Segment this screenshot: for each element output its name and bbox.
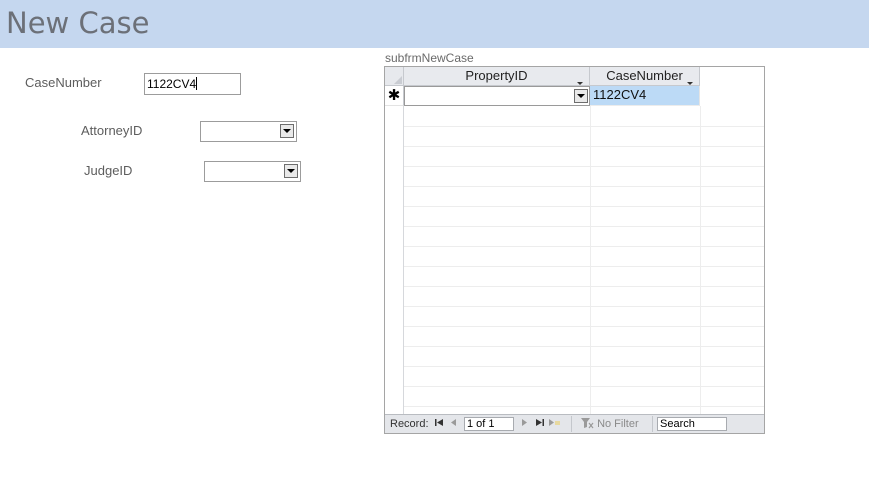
chevron-down-icon <box>287 169 295 173</box>
datasheet-grid: PropertyID CaseNumber ✱ 1122CV4 <box>385 67 764 415</box>
case-number-input[interactable]: 1122CV4 <box>144 73 241 95</box>
previous-record-icon <box>451 419 456 426</box>
column-header-label: CaseNumber <box>606 68 683 83</box>
grid-line <box>700 106 701 415</box>
corner-triangle-icon <box>394 76 402 84</box>
nav-separator <box>652 416 653 432</box>
propertyid-cell[interactable] <box>404 86 590 106</box>
text-caret <box>196 77 198 90</box>
subform-datasheet[interactable]: PropertyID CaseNumber ✱ 1122CV4 Record: … <box>384 66 765 434</box>
new-record-icon: ✱ <box>387 87 401 104</box>
subform-label: subfrmNewCase <box>385 51 474 65</box>
grid-line <box>404 306 764 307</box>
grid-line <box>404 326 764 327</box>
record-selector-column <box>385 106 404 415</box>
attorney-dropdown-button[interactable] <box>280 124 294 138</box>
column-header-label: PropertyID <box>465 68 528 83</box>
last-record-button[interactable] <box>536 415 544 433</box>
last-record-icon <box>536 419 544 426</box>
next-record-button[interactable] <box>521 415 527 433</box>
column-header-casenumber[interactable]: CaseNumber <box>590 67 700 86</box>
grid-line <box>404 186 764 187</box>
grid-line <box>404 226 764 227</box>
first-record-button[interactable] <box>435 415 443 433</box>
case-number-label: CaseNumber <box>25 75 102 90</box>
grid-line <box>404 166 764 167</box>
grid-line <box>404 346 764 347</box>
record-label: Record: <box>390 418 429 430</box>
judge-id-combo[interactable] <box>204 161 301 182</box>
grid-line <box>404 266 764 267</box>
search-box[interactable]: Search <box>657 417 727 431</box>
no-filter-label: No Filter <box>597 418 639 430</box>
no-filter-button[interactable]: No Filter <box>581 415 639 433</box>
funnel-icon <box>581 418 594 429</box>
next-record-icon <box>522 419 527 426</box>
grid-line <box>590 106 591 415</box>
attorney-id-label: AttorneyID <box>81 123 143 138</box>
current-record-input[interactable]: 1 of 1 <box>464 417 514 431</box>
grid-line <box>404 146 764 147</box>
form-header: New Case <box>0 0 869 48</box>
chevron-down-icon <box>577 94 585 98</box>
select-all-corner[interactable] <box>385 67 404 86</box>
new-record-button[interactable] <box>549 415 561 433</box>
record-navigation-bar: Record: 1 of 1 No Filter Search <box>385 414 764 433</box>
column-header-propertyid[interactable]: PropertyID <box>404 67 590 86</box>
previous-record-button[interactable] <box>451 415 457 433</box>
form-title: New Case <box>6 6 150 40</box>
new-record-selector[interactable]: ✱ <box>385 86 404 106</box>
grid-line <box>404 406 764 407</box>
judge-id-label: JudgeID <box>84 163 133 178</box>
nav-separator <box>571 416 572 432</box>
case-number-value: 1122CV4 <box>147 77 197 91</box>
judge-dropdown-button[interactable] <box>284 164 298 178</box>
new-record-nav-icon <box>549 419 560 426</box>
grid-line <box>404 206 764 207</box>
grid-line <box>404 126 764 127</box>
casenumber-cell[interactable]: 1122CV4 <box>590 86 700 106</box>
chevron-down-icon <box>283 129 291 133</box>
attorney-id-combo[interactable] <box>200 121 297 142</box>
grid-line <box>404 286 764 287</box>
grid-line <box>404 246 764 247</box>
first-record-icon <box>435 419 443 426</box>
grid-line <box>404 366 764 367</box>
grid-line <box>404 386 764 387</box>
propertyid-dropdown-button[interactable] <box>574 89 588 103</box>
